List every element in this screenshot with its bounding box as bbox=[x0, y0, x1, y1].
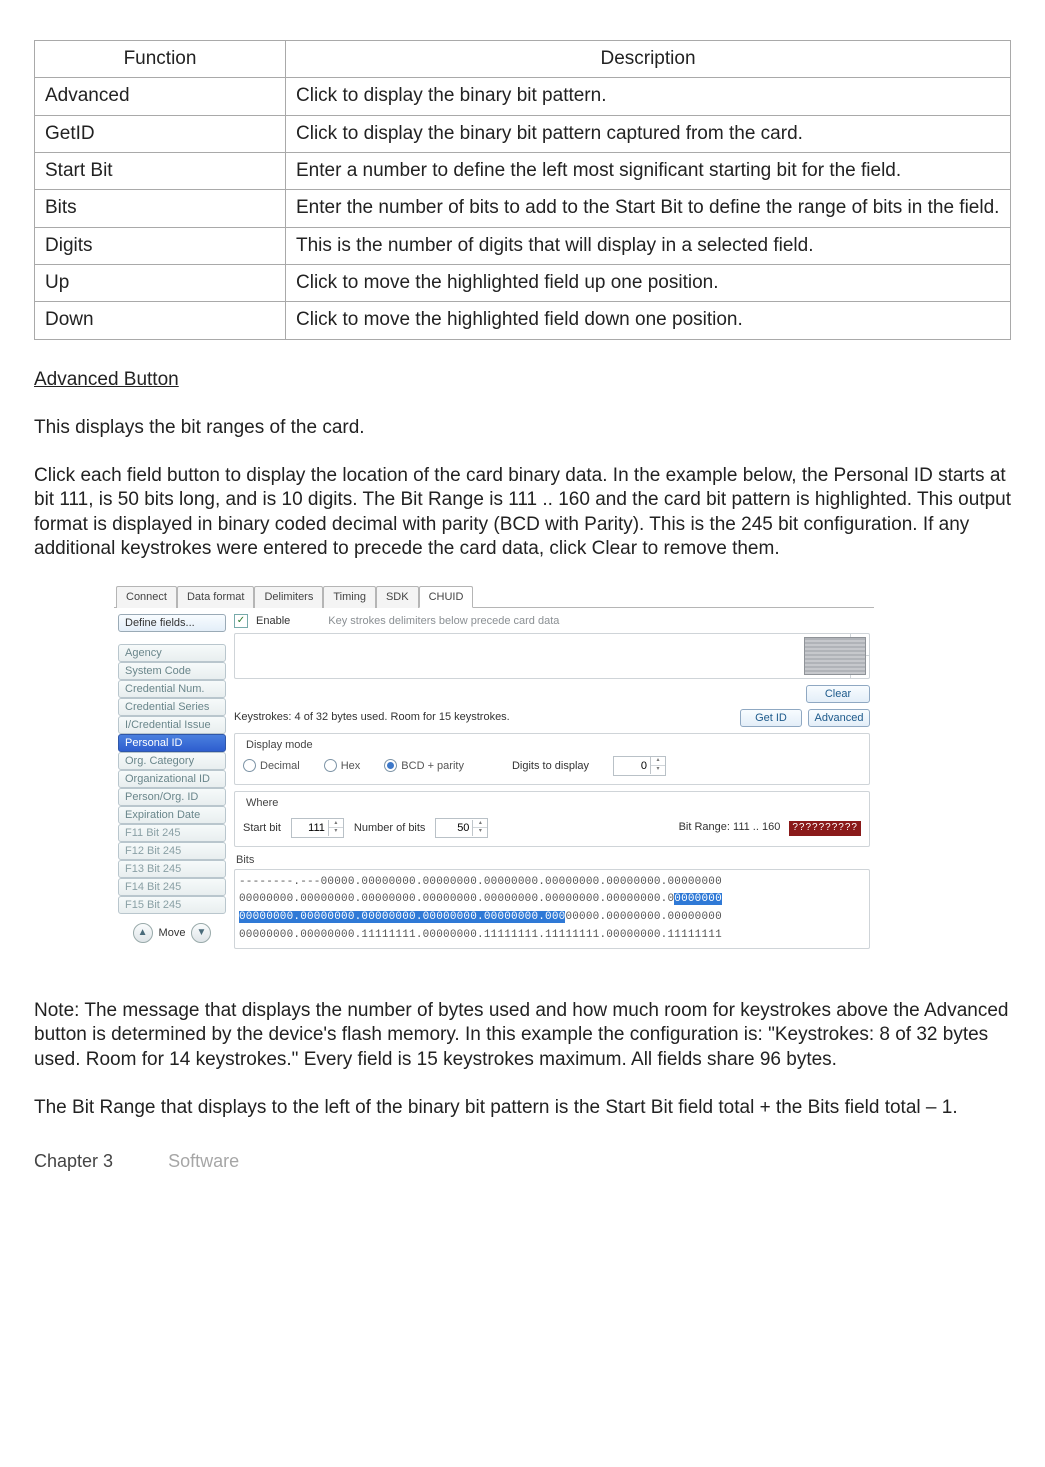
start-bit-label: Start bit bbox=[243, 821, 281, 835]
bitrange-note: The Bit Range that displays to the left … bbox=[34, 1096, 1011, 1120]
sidebar-item[interactable]: F11 Bit 245 bbox=[118, 824, 226, 842]
sidebar-item[interactable]: Personal ID bbox=[118, 734, 226, 752]
radio-hex[interactable]: Hex bbox=[324, 759, 361, 773]
sidebar-item[interactable]: F12 Bit 245 bbox=[118, 842, 226, 860]
bits-legend: Bits bbox=[236, 853, 870, 867]
footer-section: Software bbox=[168, 1150, 239, 1173]
enable-checkbox[interactable]: ✓ bbox=[234, 614, 248, 628]
getid-button[interactable]: Get ID bbox=[740, 709, 802, 727]
delimiter-box[interactable]: ▴▾ bbox=[234, 633, 870, 679]
radio-decimal[interactable]: Decimal bbox=[243, 759, 300, 773]
table-row: BitsEnter the number of bits to add to t… bbox=[35, 190, 1011, 227]
side-panel: Define fields... AgencySystem CodeCreden… bbox=[118, 614, 226, 949]
note-paragraph: Note: The message that displays the numb… bbox=[34, 999, 1011, 1072]
sidebar-item[interactable]: System Code bbox=[118, 662, 226, 680]
table-row: UpClick to move the highlighted field up… bbox=[35, 264, 1011, 301]
advanced-button-heading: Advanced Button bbox=[34, 368, 1011, 392]
tab-timing[interactable]: Timing bbox=[323, 586, 376, 608]
table-row: DownClick to move the highlighted field … bbox=[35, 302, 1011, 339]
sidebar-item[interactable]: Credential Num. bbox=[118, 680, 226, 698]
tab-bar: ConnectData formatDelimitersTimingSDKCHU… bbox=[114, 585, 874, 608]
app-window: ConnectData formatDelimitersTimingSDKCHU… bbox=[114, 585, 874, 959]
advanced-button[interactable]: Advanced bbox=[808, 709, 870, 727]
page-footer: Chapter 3 Software bbox=[34, 1150, 1011, 1173]
table-row: Start BitEnter a number to define the le… bbox=[35, 152, 1011, 189]
start-bit-input[interactable]: ▴▾ bbox=[291, 818, 344, 838]
bits-display: --------.---00000.00000000.00000000.0000… bbox=[234, 869, 870, 949]
keystrokes-message: Keystrokes: 4 of 32 bytes used. Room for… bbox=[234, 710, 510, 724]
where-group: Where Start bit ▴▾ Number of bits ▴▾ Bit… bbox=[234, 791, 870, 847]
tab-connect[interactable]: Connect bbox=[116, 586, 177, 608]
radio-bcd[interactable]: BCD + parity bbox=[384, 759, 464, 773]
sidebar-item[interactable]: F13 Bit 245 bbox=[118, 860, 226, 878]
delimiter-hint: Key strokes delimiters below precede car… bbox=[328, 614, 559, 628]
digits-label: Digits to display bbox=[512, 759, 589, 773]
footer-chapter: Chapter 3 bbox=[34, 1151, 113, 1171]
sidebar-item[interactable]: Person/Org. ID bbox=[118, 788, 226, 806]
tab-delimiters[interactable]: Delimiters bbox=[254, 586, 323, 608]
thumbnail-preview bbox=[804, 637, 866, 675]
function-table: Function Description AdvancedClick to di… bbox=[34, 40, 1011, 340]
th-function: Function bbox=[35, 41, 286, 78]
digits-input[interactable]: ▴▾ bbox=[613, 756, 666, 776]
th-description: Description bbox=[286, 41, 1011, 78]
table-row: AdvancedClick to display the binary bit … bbox=[35, 78, 1011, 115]
table-row: DigitsThis is the number of digits that … bbox=[35, 227, 1011, 264]
main-panel: ✓ Enable Key strokes delimiters below pr… bbox=[234, 614, 870, 949]
bit-range-highlight: ?????????? bbox=[789, 821, 861, 836]
tab-data-format[interactable]: Data format bbox=[177, 586, 254, 608]
move-bar: ▲ Move ▼ bbox=[118, 923, 226, 943]
tab-sdk[interactable]: SDK bbox=[376, 586, 419, 608]
table-row: GetIDClick to display the binary bit pat… bbox=[35, 115, 1011, 152]
bit-range-text: Bit Range: 111 .. 160 bbox=[679, 821, 781, 833]
move-label: Move bbox=[159, 926, 186, 940]
sidebar-item[interactable]: Organizational ID bbox=[118, 770, 226, 788]
paragraph-intro: This displays the bit ranges of the card… bbox=[34, 416, 1011, 440]
move-up-button[interactable]: ▲ bbox=[133, 923, 153, 943]
sidebar-item[interactable]: F14 Bit 245 bbox=[118, 878, 226, 896]
sidebar-item[interactable]: I/Credential Issue bbox=[118, 716, 226, 734]
sidebar-item[interactable]: Org. Category bbox=[118, 752, 226, 770]
sidebar-item[interactable]: F15 Bit 245 bbox=[118, 896, 226, 914]
num-bits-input[interactable]: ▴▾ bbox=[435, 818, 488, 838]
define-fields-button[interactable]: Define fields... bbox=[118, 614, 226, 632]
tab-chuid[interactable]: CHUID bbox=[419, 586, 474, 608]
num-bits-label: Number of bits bbox=[354, 821, 426, 835]
sidebar-item[interactable]: Credential Series bbox=[118, 698, 226, 716]
paragraph-explain: Click each field button to display the l… bbox=[34, 464, 1011, 561]
enable-label: Enable bbox=[256, 614, 290, 628]
move-down-button[interactable]: ▼ bbox=[191, 923, 211, 943]
clear-button[interactable]: Clear bbox=[806, 685, 870, 703]
sidebar-item[interactable]: Agency bbox=[118, 644, 226, 662]
display-mode-group: Display mode Decimal Hex BCD + parity Di… bbox=[234, 733, 870, 785]
sidebar-item[interactable]: Expiration Date bbox=[118, 806, 226, 824]
